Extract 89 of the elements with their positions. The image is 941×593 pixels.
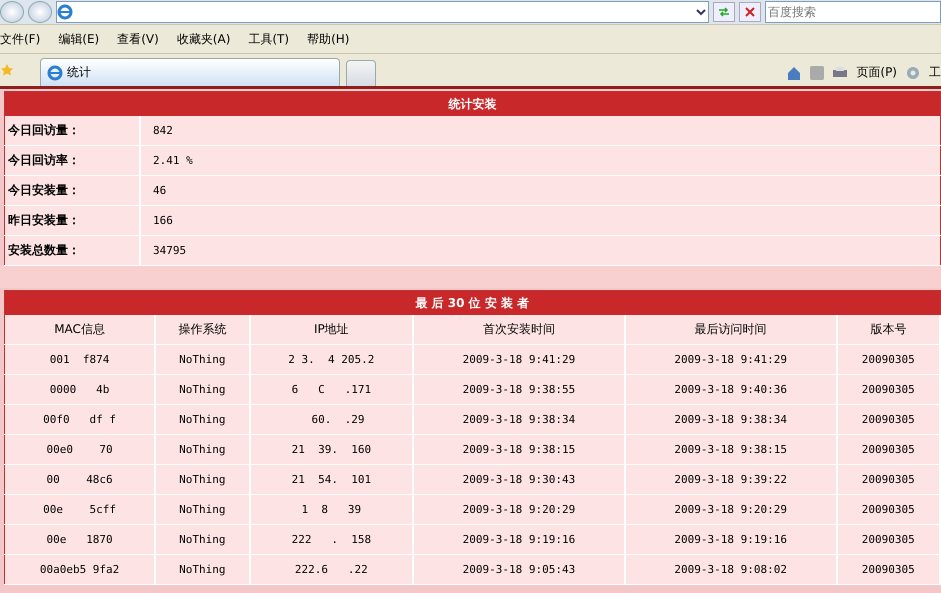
table-cell: 20090305	[836, 494, 940, 524]
table-cell: 001 f874	[4, 344, 156, 374]
browser-logo-icon	[57, 4, 73, 20]
browser-tab[interactable]: 统计	[40, 58, 340, 86]
table-cell: 2009-3-18 9:38:15	[624, 434, 836, 464]
column-header: 最后访问时间	[624, 315, 836, 344]
table-cell: 20090305	[836, 464, 940, 494]
table-cell: 2009-3-18 9:39:22	[624, 464, 836, 494]
table-cell: 2009-3-18 9:38:34	[624, 404, 836, 434]
close-icon	[744, 6, 756, 18]
table-cell: 21 39. 160	[250, 434, 414, 464]
table-cell: NoThing	[155, 524, 250, 554]
table-cell: 00e 5cff	[4, 494, 156, 524]
search-field[interactable]: 百度搜索	[765, 1, 941, 23]
table-cell: 2009-3-18 9:08:02	[624, 554, 836, 584]
refresh-button[interactable]	[713, 2, 735, 22]
table-cell: NoThing	[155, 554, 250, 584]
table-cell: 2009-3-18 9:19:16	[413, 524, 625, 554]
stop-button[interactable]	[739, 2, 761, 22]
table-cell: 2009-3-18 9:20:29	[413, 494, 625, 524]
printer-icon[interactable]	[832, 66, 848, 80]
column-header: IP地址	[250, 315, 414, 344]
table-cell: 00f0 df f	[4, 404, 156, 434]
column-header: 首次安装时间	[413, 315, 625, 344]
table-cell: 222 . 158	[250, 524, 414, 554]
table-cell: NoThing	[155, 494, 250, 524]
table-cell: 20090305	[836, 434, 940, 464]
table-cell: 2009-3-18 9:41:29	[413, 344, 625, 374]
feed-icon[interactable]	[810, 66, 824, 80]
stat-value: 166	[140, 206, 940, 236]
stat-label: 今日安装量：	[4, 176, 140, 206]
column-header: 操作系统	[155, 315, 250, 344]
table-cell: 6 C .171	[250, 374, 414, 404]
column-header: 版本号	[836, 315, 940, 344]
page-menu[interactable]: 页面(P)	[856, 64, 897, 81]
stat-label: 今日回访量：	[4, 116, 140, 146]
menu-item[interactable]: 收藏夹(A)	[176, 30, 230, 48]
stat-value: 2.41 %	[140, 146, 940, 176]
table-title: 统计安装	[4, 92, 940, 116]
table-cell: 2 3. 4 205.2	[250, 344, 414, 374]
table-cell: 2009-3-18 9:40:36	[624, 374, 836, 404]
table-cell: 20090305	[836, 344, 940, 374]
gear-icon[interactable]	[905, 64, 921, 80]
table-cell: 2009-3-18 9:38:55	[413, 374, 625, 404]
home-icon[interactable]	[786, 64, 802, 80]
table-cell: 20090305	[836, 374, 940, 404]
table-cell: 60. .29	[250, 404, 414, 434]
table-cell: 0000 4b	[4, 374, 156, 404]
menu-item[interactable]: 帮助(H)	[307, 30, 350, 48]
table-cell: 222.6 .22	[250, 554, 414, 584]
table-cell: 00 48c6	[4, 464, 156, 494]
table-cell: 20090305	[836, 524, 940, 554]
new-tab-button[interactable]	[346, 60, 376, 86]
table-cell: 2009-3-18 9:05:43	[413, 554, 625, 584]
stat-value: 46	[140, 176, 940, 206]
forward-button[interactable]	[28, 1, 52, 23]
table-cell: 2009-3-18 9:38:15	[413, 434, 625, 464]
table-cell: NoThing	[155, 404, 250, 434]
table-title: 最 后 30 位 安 装 者	[4, 290, 940, 315]
table-cell: 2009-3-18 9:19:16	[624, 524, 836, 554]
table-cell: NoThing	[155, 434, 250, 464]
menu-item[interactable]: 工具(T)	[248, 30, 290, 48]
address-field[interactable]	[56, 1, 709, 23]
table-cell: NoThing	[155, 344, 250, 374]
table-cell: 00e0 70	[4, 434, 156, 464]
table-cell: 1 8 39	[250, 494, 414, 524]
star-icon[interactable]	[0, 63, 14, 77]
menu-item[interactable]: 查看(V)	[117, 30, 159, 48]
browser-logo-icon	[47, 64, 63, 80]
table-cell: NoThing	[155, 464, 250, 494]
table-cell: 2009-3-18 9:38:34	[413, 404, 625, 434]
table-cell: 20090305	[836, 554, 940, 584]
column-header: MAC信息	[4, 315, 156, 344]
table-cell: 2009-3-18 9:20:29	[624, 494, 836, 524]
stat-value: 842	[140, 116, 940, 146]
back-button[interactable]	[0, 1, 24, 23]
refresh-icon	[717, 6, 731, 18]
table-cell: 00e 1870	[4, 524, 156, 554]
stat-label: 今日回访率：	[4, 146, 140, 176]
stat-label: 昨日安装量：	[4, 206, 140, 236]
table-cell: 20090305	[836, 404, 940, 434]
table-cell: 2009-3-18 9:30:43	[413, 464, 625, 494]
table-cell: 00a0eb5 9fa2	[4, 554, 156, 584]
menu-item[interactable]: 文件(F)	[0, 30, 40, 48]
table-cell: 21 54. 101	[250, 464, 414, 494]
tools-menu[interactable]: 工	[929, 64, 941, 81]
table-cell: NoThing	[155, 374, 250, 404]
menu-item[interactable]: 编辑(E)	[58, 30, 100, 48]
table-cell: 2009-3-18 9:41:29	[624, 344, 836, 374]
